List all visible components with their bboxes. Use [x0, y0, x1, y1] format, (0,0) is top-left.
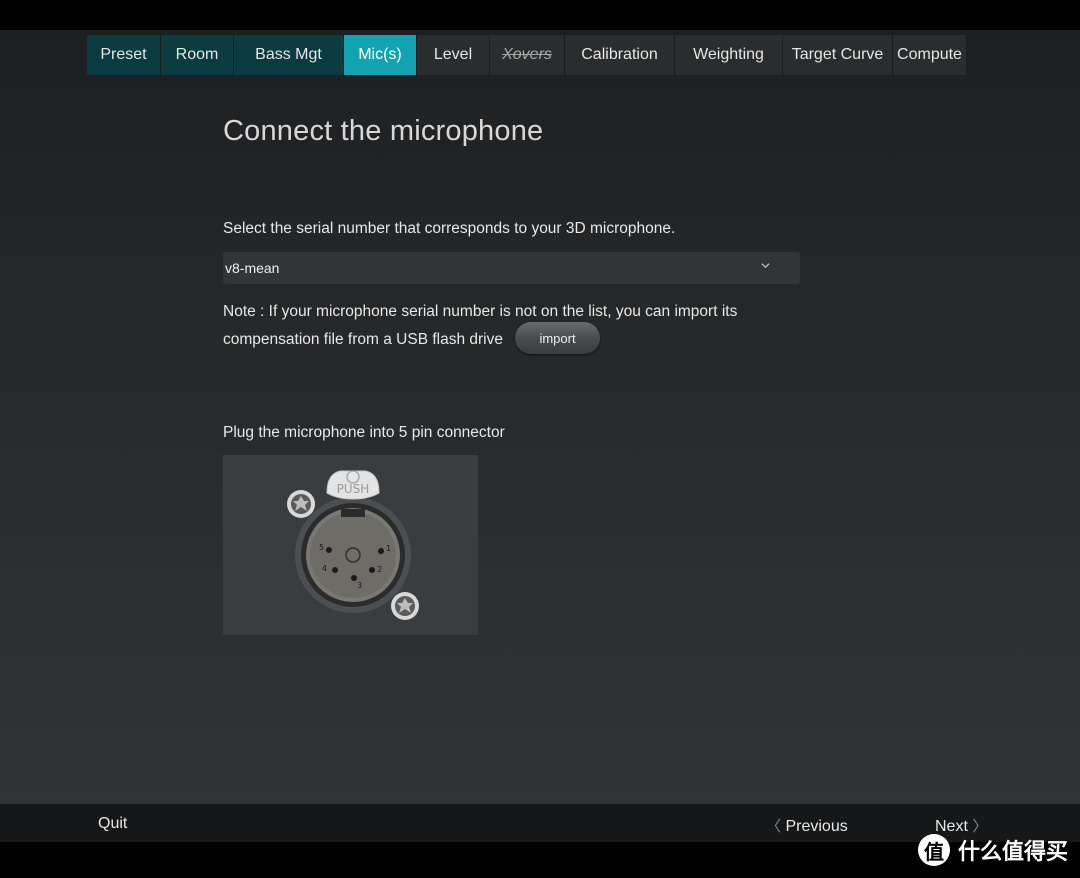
watermark: 值 什么值得买: [917, 834, 1068, 866]
tab-compute[interactable]: Compute: [893, 35, 967, 75]
chevron-right-icon: 〉: [972, 818, 988, 835]
chevron-down-icon: [761, 263, 770, 269]
tab-mics[interactable]: Mic(s): [344, 35, 417, 75]
tab-label: Weighting: [693, 46, 764, 63]
tab-bass-mgt[interactable]: Bass Mgt: [234, 35, 344, 75]
pin-label: 1: [386, 544, 391, 553]
tab-label: Level: [433, 46, 473, 63]
tab-room[interactable]: Room: [161, 35, 234, 75]
tab-level[interactable]: Level: [417, 35, 490, 75]
tab-label: Preset: [100, 46, 147, 63]
tab-target-curve[interactable]: Target Curve: [783, 35, 893, 75]
previous-label: Previous: [785, 818, 848, 835]
tab-label: Target Curve: [791, 46, 884, 63]
screw-icon: [391, 592, 419, 620]
connector-illustration: PUSH 1 2 3 4 5: [223, 455, 478, 635]
quit-button[interactable]: Quit: [98, 815, 127, 833]
chevron-left-icon: 〈: [766, 818, 782, 835]
tab-calibration[interactable]: Calibration: [565, 35, 675, 75]
xlr-5pin-connector-icon: PUSH 1 2 3 4 5: [287, 470, 419, 620]
import-button[interactable]: import: [515, 322, 600, 354]
tab-label: Calibration: [581, 46, 658, 63]
plug-instruction: Plug the microphone into 5 pin connector: [223, 424, 505, 441]
tab-label: Xovers: [502, 46, 552, 63]
screw-icon: [287, 490, 315, 518]
wizard-tabs: Preset Room Bass Mgt Mic(s) Level Xovers…: [87, 35, 967, 75]
tab-weighting[interactable]: Weighting: [675, 35, 783, 75]
previous-button[interactable]: 〈 Previous: [766, 815, 848, 836]
watermark-text: 什么值得买: [957, 839, 1068, 864]
import-note: Note : If your microphone serial number …: [223, 303, 738, 348]
select-value: v8-mean: [225, 260, 280, 276]
next-button[interactable]: Next 〉: [935, 815, 987, 836]
tab-label: Compute: [897, 46, 962, 63]
pin-label: 3: [357, 581, 362, 590]
screen: Preset Room Bass Mgt Mic(s) Level Xovers…: [0, 0, 1080, 878]
watermark-logo-icon: 值: [917, 834, 950, 866]
push-label: PUSH: [337, 482, 370, 496]
tab-label: Mic(s): [358, 46, 402, 63]
tab-label: Room: [175, 46, 219, 63]
pin-label: 4: [322, 564, 327, 573]
tab-label: Bass Mgt: [255, 46, 322, 63]
pin-label: 2: [377, 565, 382, 574]
tab-xovers: Xovers: [490, 35, 565, 75]
select-prompt: Select the serial number that correspond…: [223, 220, 676, 237]
next-label: Next: [935, 818, 968, 835]
serial-number-select[interactable]: v8-mean: [223, 252, 800, 284]
page-title: Connect the microphone: [223, 115, 544, 147]
tab-preset[interactable]: Preset: [87, 35, 161, 75]
pin-label: 5: [319, 543, 324, 552]
